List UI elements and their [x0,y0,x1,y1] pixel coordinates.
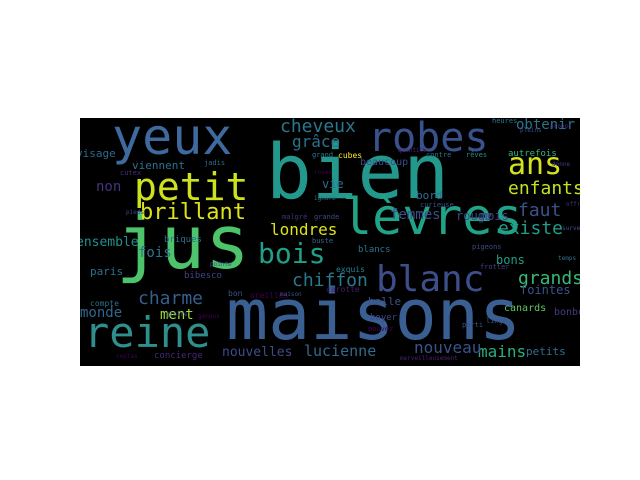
word-briques: briques [164,235,202,245]
word-fois: fois [138,245,172,261]
word-canards: canards [504,303,547,314]
word-contre: contre [426,151,452,159]
word-cubes: cubes [338,151,363,160]
word-yeux: yeux [112,118,233,166]
word-maison: maison [280,291,302,298]
word-pigeons: pigeons [472,243,502,251]
word-nouvelles: nouvelles [222,345,293,360]
word-surveiller: surveiller [562,225,580,232]
word-lucienne: lucienne [304,342,377,360]
word-ceplas: ceplas [116,353,138,360]
word-bord: bord [416,189,443,202]
word-blanc: blanc [376,259,485,300]
word-fointes: fointes [520,283,571,297]
word-roses: roses [314,169,333,176]
word-donne: donne [552,161,571,168]
word-offrir: offrir [566,201,580,208]
word-bon: bon [228,289,243,298]
word-pieds: pieds [126,209,145,216]
word-paris: paris [90,265,124,278]
word-autrefois: autrefois [508,149,557,159]
word-merveilleusement: merveilleusement [400,355,458,362]
word-propos: propos [550,123,572,130]
word-heures: heures [492,118,518,125]
word-mains: mains [478,342,527,361]
word-grand: grand [312,151,334,159]
word-quantite: quantité [398,147,427,154]
word-compte: compte [90,299,119,308]
word-ignore: ignore [314,195,336,202]
word-femmes: femmes [390,207,441,223]
word-genoux: genoux [198,313,220,320]
word-ensemble: ensemble [80,235,139,250]
word-charme: charme [138,288,204,309]
word-cloud: yeux bien jus maisons petit robes lèvres… [80,118,580,366]
word-pleins: pleins [520,127,542,134]
word-bibesco: bibesco [184,271,222,281]
word-malgre: malgré [282,213,308,221]
word-belle: belle [368,295,402,308]
word-pouvez: pouvez [368,325,394,333]
word-visage: visage [80,147,116,160]
word-pointe: pointe [210,261,232,268]
word-reves: rêves [466,151,488,159]
word-temps: temps [558,255,577,262]
word-concierge: concierge [154,351,203,361]
word-curieuse: curieuse [420,201,454,209]
word-rouge: rouge [456,209,493,223]
word-non: non [96,179,122,195]
word-brillant: brillant [140,200,246,225]
word-gloire: gloire [166,311,188,318]
word-monde: monde [80,305,123,321]
word-bonbons: bonbons [554,307,580,318]
word-boyer: boyer [370,313,398,323]
word-blancs: blancs [358,245,391,255]
word-grace: grâce [292,132,341,151]
word-linge: linge [486,317,508,325]
word-jadis: jadis [204,159,226,167]
word-beaucoup: beaucoup [360,157,409,168]
word-vie: vie [322,177,344,191]
word-londres: londres [270,220,338,239]
word-exquis: exquis [336,265,365,274]
word-parti: parti [462,321,484,329]
word-frotter: frotter [480,263,510,271]
word-enfants: enfants [508,178,580,199]
word-carotte: carotte [326,285,360,294]
word-petits: petits [526,345,566,358]
word-cutex: cutex [120,169,142,177]
word-buste: buste [312,237,334,245]
word-nouveau: nouveau [414,338,482,357]
word-grande: grande [314,213,340,221]
